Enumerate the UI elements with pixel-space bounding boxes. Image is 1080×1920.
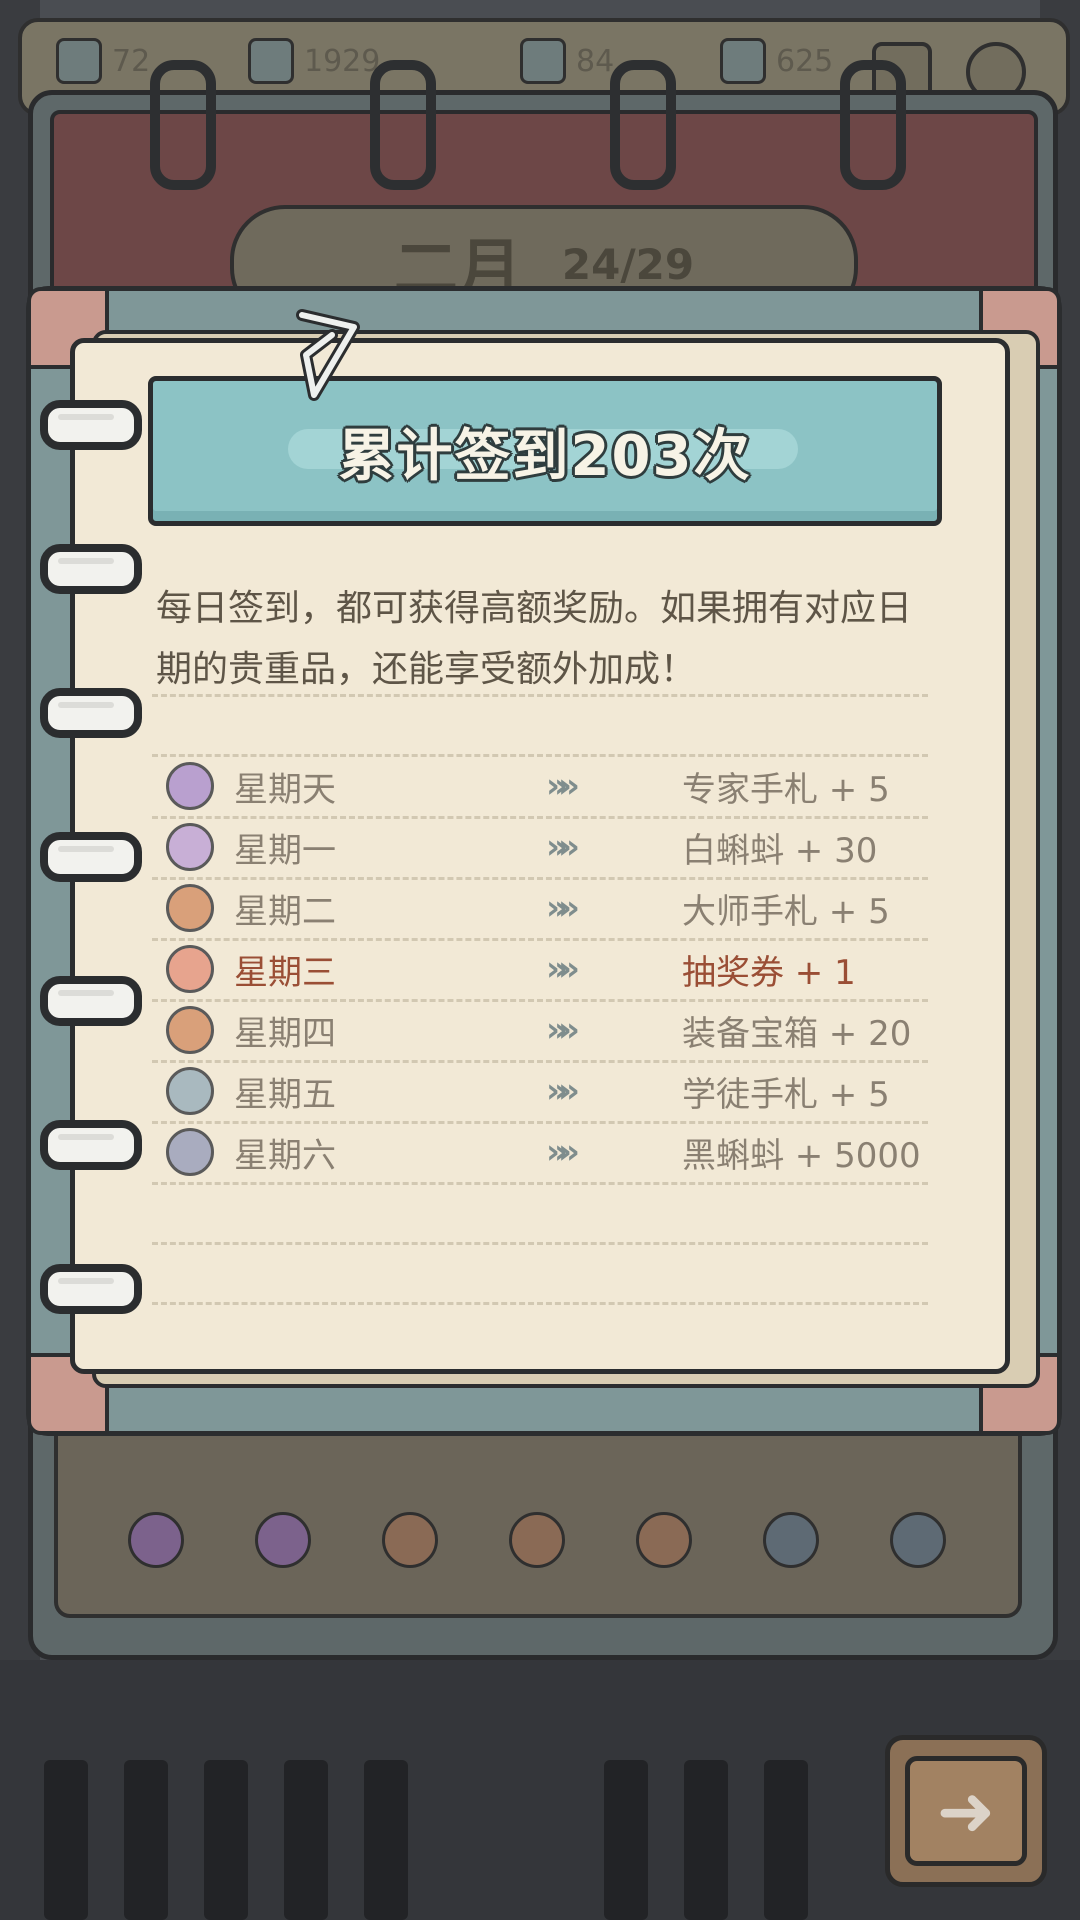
floor-slat	[684, 1760, 728, 1920]
wrench-icon	[763, 1512, 819, 1568]
reward-label: 抽奖券 + 1	[682, 952, 856, 993]
ink-pot-icon	[520, 38, 566, 84]
resource-value: 84	[576, 43, 615, 79]
reward-row: 星期四 »» 装备宝箱 + 20	[166, 1000, 926, 1060]
dialog-description: 每日签到，都可获得高额奖励。如果拥有对应日期的贵重品，还能享受额外加成！	[156, 588, 913, 690]
next-button[interactable]: ➜	[885, 1735, 1047, 1887]
floor-slat	[364, 1760, 408, 1920]
weekday-label: 星期三	[234, 952, 336, 993]
tools-icon	[166, 884, 214, 932]
arrow-glyph: »	[557, 766, 580, 806]
binder-ring	[40, 400, 142, 450]
ink-pot-icon	[248, 38, 294, 84]
ink-pot-icon	[720, 38, 766, 84]
double-chevron-icon: »»	[546, 766, 596, 806]
ruled-line	[152, 1242, 928, 1245]
binder-ring	[370, 60, 436, 190]
binder-ring	[840, 60, 906, 190]
hammer-icon	[166, 762, 214, 810]
reward-row: 星期三 »» 抽奖券 + 1	[166, 939, 926, 999]
reward-label: 学徒手札 + 5	[682, 1074, 890, 1115]
paper-clip-icon	[296, 309, 360, 401]
day-progress: 24/29	[561, 239, 695, 289]
tadpole-icon	[166, 1128, 214, 1176]
resource-item: 1929	[248, 36, 380, 86]
arrow-glyph: »	[546, 1010, 568, 1050]
binder-ring	[40, 832, 142, 882]
arrow-right-icon: ➜	[936, 1770, 996, 1852]
weekday-label: 星期四	[234, 1013, 336, 1054]
arrow-glyph: »	[557, 827, 580, 867]
arrow-glyph: »	[546, 1071, 568, 1111]
arrow-glyph: »	[546, 827, 568, 867]
resource-value: 625	[776, 43, 834, 79]
binder-ring	[40, 1120, 142, 1170]
arrow-glyph: »	[557, 1071, 580, 1111]
chest-icon	[636, 1512, 692, 1568]
binder-ring	[40, 976, 142, 1026]
reward-row: 星期一 »» 白蝌蚪 + 30	[166, 817, 926, 877]
floor-slat	[124, 1760, 168, 1920]
binder-ring	[610, 60, 676, 190]
resource-item: 84	[520, 36, 614, 86]
arrow-glyph: »	[546, 766, 568, 806]
chest-icon	[166, 1006, 214, 1054]
ticket-icon	[509, 1512, 565, 1568]
double-chevron-icon: »»	[546, 1071, 596, 1111]
reward-label: 专家手札 + 5	[682, 769, 890, 810]
reward-row: 星期二 »» 大师手札 + 5	[166, 878, 926, 938]
arrow-glyph: »	[546, 949, 568, 989]
hammer-icon	[128, 1512, 184, 1568]
ruled-line	[152, 1182, 928, 1185]
wrench-icon	[166, 1067, 214, 1115]
floor-slat	[284, 1760, 328, 1920]
reward-label: 装备宝箱 + 20	[682, 1013, 912, 1054]
reward-row: 星期六 »» 黑蝌蚪 + 5000	[166, 1122, 926, 1182]
arrow-glyph: »	[557, 949, 580, 989]
tadpole-icon	[166, 823, 214, 871]
weekday-label: 星期二	[234, 891, 336, 932]
floor-slat	[204, 1760, 248, 1920]
binder-ring	[40, 544, 142, 594]
dialog-title: 累计签到203次	[338, 423, 752, 489]
arrow-glyph: »	[546, 888, 568, 928]
floor-slat	[764, 1760, 808, 1920]
double-chevron-icon: »»	[546, 888, 596, 928]
tadpole-icon	[255, 1512, 311, 1568]
reward-row: 星期天 »» 专家手札 + 5	[166, 756, 926, 816]
floor-slat	[604, 1760, 648, 1920]
reward-label: 黑蝌蚪 + 5000	[682, 1135, 921, 1176]
title-plate: 累计签到203次	[148, 376, 942, 526]
resource-value: 72	[112, 43, 151, 79]
resource-value: 1929	[304, 43, 381, 79]
arrow-glyph: »	[557, 1010, 580, 1050]
resource-item: 72	[56, 36, 150, 86]
reward-label: 大师手札 + 5	[682, 891, 890, 932]
binder-ring	[40, 1264, 142, 1314]
double-chevron-icon: »»	[546, 949, 596, 989]
binder-ring	[150, 60, 216, 190]
ticket-icon	[166, 945, 214, 993]
weekday-label: 星期一	[234, 830, 336, 871]
tadpole-icon	[890, 1512, 946, 1568]
double-chevron-icon: »»	[546, 1010, 596, 1050]
arrow-glyph: »	[557, 888, 580, 928]
next-button-face: ➜	[905, 1756, 1027, 1866]
weekday-label: 星期天	[234, 769, 336, 810]
weekday-label: 星期六	[234, 1135, 336, 1176]
double-chevron-icon: »»	[546, 827, 596, 867]
ruled-line	[152, 1302, 928, 1305]
reward-row: 星期五 »» 学徒手札 + 5	[166, 1061, 926, 1121]
reward-label: 白蝌蚪 + 30	[682, 830, 878, 871]
arrow-glyph: »	[557, 1132, 580, 1172]
binder-ring	[40, 688, 142, 738]
arrow-glyph: »	[546, 1132, 568, 1172]
ink-pot-icon	[56, 38, 102, 84]
tools-icon	[382, 1512, 438, 1568]
double-chevron-icon: »»	[546, 1132, 596, 1172]
weekday-label: 星期五	[234, 1074, 336, 1115]
floor-slat	[44, 1760, 88, 1920]
ruled-line	[152, 694, 928, 697]
resource-item: 625	[720, 36, 833, 86]
